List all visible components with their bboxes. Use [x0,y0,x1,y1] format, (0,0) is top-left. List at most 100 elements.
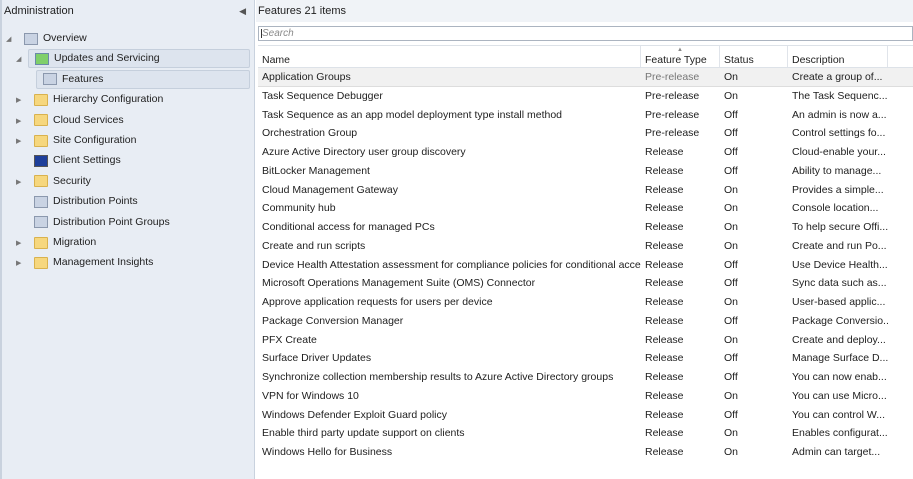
table-row[interactable]: Synchronize collection membership result… [258,368,913,387]
cell-feature-type: Pre-release [645,108,700,121]
column-header-feature-type[interactable]: ▲ Feature Type [641,46,720,67]
cell-status: Off [724,164,738,177]
table-row[interactable]: Enable third party update support on cli… [258,424,913,443]
expand-arrow-icon[interactable]: ▶ [16,259,21,267]
cell-name: Create and run scripts [262,239,366,252]
table-row[interactable]: BitLocker Management Release Off Ability to… [258,162,913,181]
search-input[interactable]: Search [258,26,913,41]
cell-status: On [724,221,739,233]
cell-name: Microsoft Operations Management Suite (O… [262,277,536,290]
column-header-name[interactable]: Name [258,46,641,67]
table-row[interactable]: Microsoft Operations Management Suite (O… [258,274,913,293]
cell-status: On [724,71,739,83]
column-header-description[interactable]: Description [788,46,888,67]
expand-arrow-icon[interactable]: ▶ [16,178,21,186]
sort-ascending-icon: ▲ [677,47,683,53]
cell-empty [888,87,913,106]
expand-arrow-icon[interactable]: ▶ [16,239,21,247]
table-row[interactable]: Orchestration Group Pre-release Off Control… [258,124,913,143]
nav-item-management-insights[interactable]: Management Insights [28,253,250,272]
cell-status: Off [724,108,738,121]
expanded-arrow-icon[interactable]: ◢ [6,35,11,43]
cell-status: On [724,333,739,346]
table-row[interactable]: Device Health Attestation assessment for… [258,256,913,275]
cell-empty [888,256,913,275]
nav-item-label: Distribution Points [53,195,138,208]
cell-name: Cloud Management Gateway [262,183,398,196]
table-row[interactable]: Community hub Release On Console location..… [258,199,913,218]
nav-item-label: Migration [53,236,97,248]
column-header-status[interactable]: Status [720,46,788,67]
monitor-icon [34,154,48,167]
cell-feature-type: Release [645,446,684,458]
nav-item-label: Overview [43,32,87,44]
nav-item-label: Client Settings [53,154,121,167]
nav-item-security[interactable]: Security [28,172,250,191]
cell-description: You can control W... [792,408,885,421]
nav-item-label: Updates and Servicing [54,52,160,65]
nav-item-label: Management Insights [53,256,154,269]
cell-empty [888,274,913,293]
table-row[interactable]: PFX Create Release On Create and deploy... [258,331,913,350]
nav-item-site-configuration[interactable]: Site Configuration [28,131,250,150]
cell-description: Ability to manage... [792,164,882,177]
cell-name: Package Conversion Manager [262,314,404,327]
table-header: Name ▲ Feature Type Status Description [258,45,913,68]
table-row[interactable]: Conditional access for managed PCs Releas… [258,218,913,237]
cell-feature-type: Release [645,183,684,196]
cell-name: Windows Defender Exploit Guard policy [262,408,448,421]
cell-name: Enable third party update support on cli… [262,427,465,440]
chevron-left-icon[interactable]: ◀ [239,0,246,22]
nav-title: Administration [4,5,74,17]
table-row[interactable]: Package Conversion Manager Release Off Pack… [258,312,913,331]
cell-name: Conditional access for managed PCs [262,221,435,233]
cell-empty [888,143,913,162]
cell-empty [888,349,913,368]
nav-item-cloud-services[interactable]: Cloud Services [28,111,250,130]
overview-icon [24,32,38,45]
cell-empty [888,443,913,462]
cell-status: On [724,202,739,215]
cell-empty [888,312,913,331]
table-row[interactable]: Task Sequence as an app model deployment… [258,106,913,125]
table-row[interactable]: Azure Active Directory user group discov… [258,143,913,162]
navigation-pane: Administration ◀ ◢ Overview ◢ Updates and Se… [0,0,255,479]
expanded-arrow-icon[interactable]: ◢ [16,55,21,63]
table-row[interactable]: Application Groups Pre-release On Create a … [258,68,913,87]
nav-item-hierarchy-configuration[interactable]: Hierarchy Configuration [28,90,250,109]
nav-item-migration[interactable]: Migration [28,233,250,252]
cell-empty [888,237,913,256]
table-row[interactable]: Create and run scripts Release On Create an… [258,237,913,256]
nav-item-overview[interactable]: Overview [18,29,250,48]
table-row[interactable]: Surface Driver Updates Release Off Manage S… [258,349,913,368]
cell-status: Off [724,408,738,421]
expand-arrow-icon[interactable]: ▶ [16,137,21,145]
table-row[interactable]: Approve application requests for users p… [258,293,913,312]
table-row[interactable]: Cloud Management Gateway Release On Provide… [258,181,913,200]
cell-name: Community hub [262,202,336,215]
cell-name: BitLocker Management [262,164,370,177]
nav-item-client-settings[interactable]: Client Settings [28,151,250,170]
table-row[interactable]: Windows Defender Exploit Guard policy Rel… [258,406,913,425]
cell-empty [888,368,913,387]
table-row[interactable]: VPN for Windows 10 Release On You can use M… [258,387,913,406]
table-row[interactable]: Task Sequence Debugger Pre-release On The T… [258,87,913,106]
folder-icon [34,175,48,188]
cell-feature-type: Release [645,277,684,290]
cell-description: Control settings fo... [792,127,886,140]
pane-title: Features 21 items [256,0,913,22]
nav-item-distribution-point-groups[interactable]: Distribution Point Groups [28,213,250,232]
nav-item-features[interactable]: Features [36,69,250,89]
nav-item-distribution-points[interactable]: Distribution Points [28,192,250,211]
nav-item-updates-and-servicing[interactable]: Updates and Servicing [28,49,250,69]
features-icon [43,73,57,86]
cell-description: Manage Surface D... [792,352,888,365]
cell-name: Synchronize collection membership result… [262,371,614,383]
cell-status: On [724,296,739,308]
nav-item-label: Security [53,174,91,187]
cell-status: Off [724,146,738,158]
expand-arrow-icon[interactable]: ▶ [16,117,21,125]
expand-arrow-icon[interactable]: ▶ [16,96,21,104]
cell-feature-type: Release [645,314,684,327]
table-row[interactable]: Windows Hello for Business Release On Admin… [258,443,913,462]
